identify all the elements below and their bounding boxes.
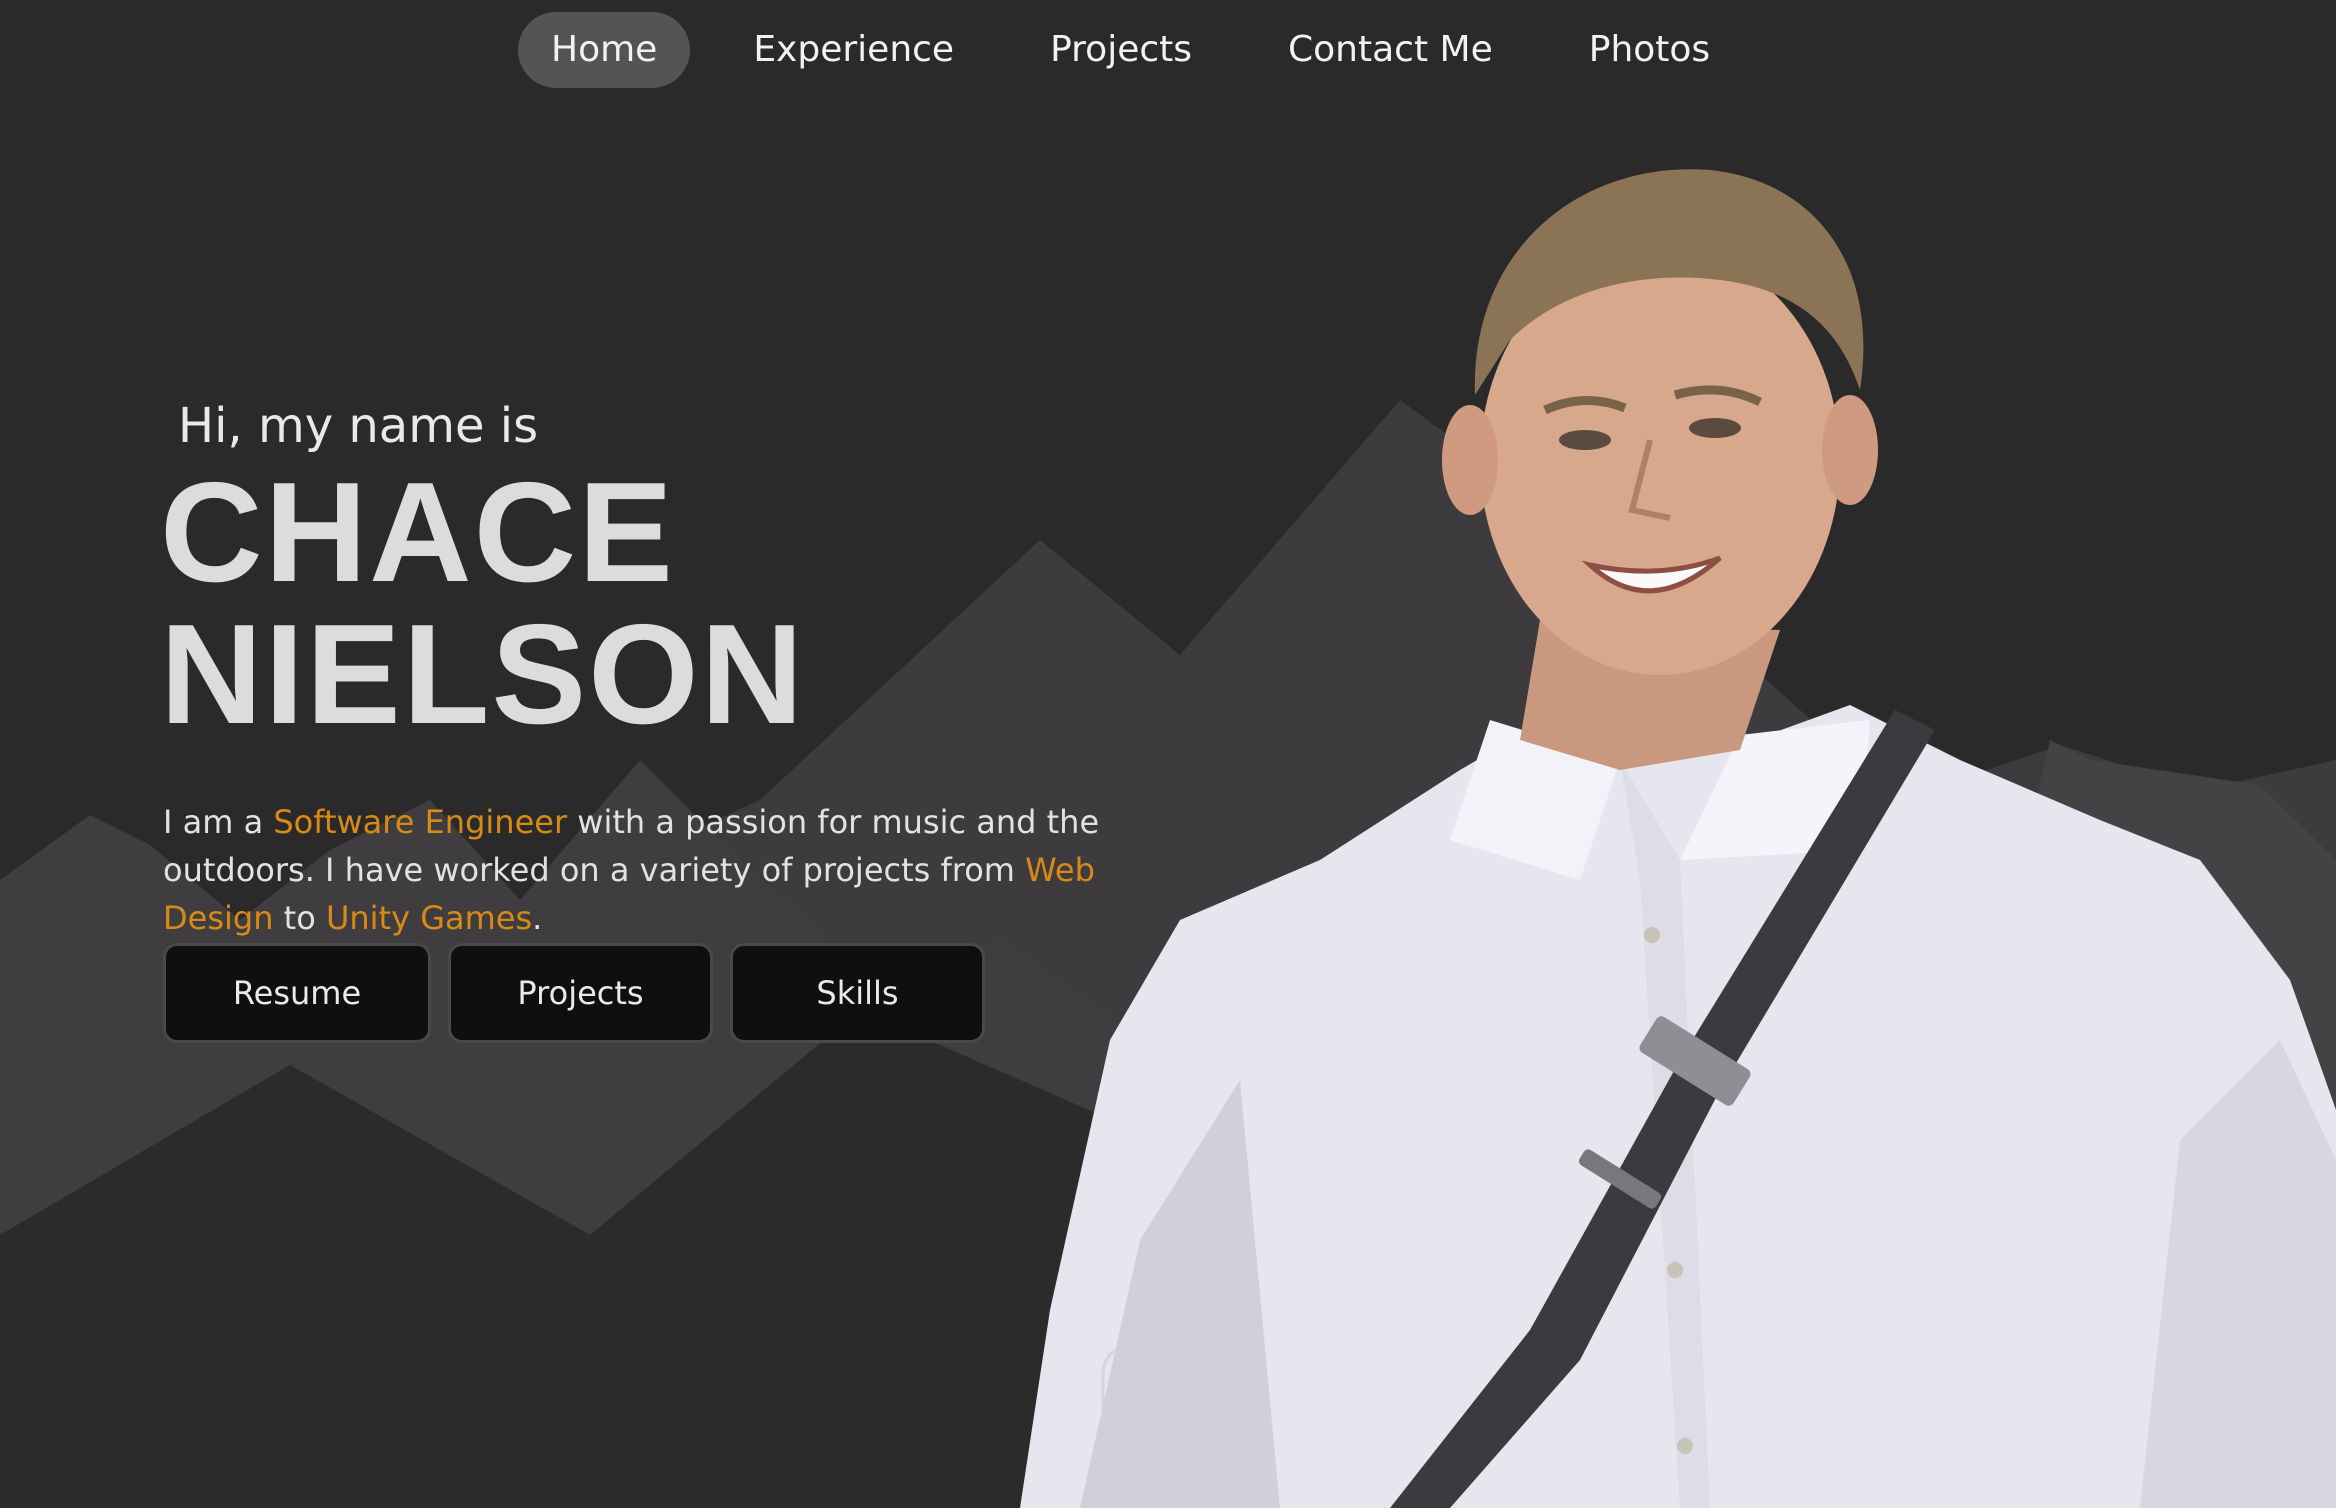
bio-text-4: . [532,899,543,937]
page: Home Experience Projects Contact Me Phot… [0,0,2336,1508]
mouse-scroll-icon[interactable] [1101,1342,1173,1450]
nav-contact-me[interactable]: Contact Me [1255,12,1526,88]
bio-text-1: I am a [163,803,274,841]
bio-text-3: to [273,899,326,937]
resume-button[interactable]: Resume [163,943,431,1043]
nav-photos[interactable]: Photos [1556,12,1743,88]
bio-paragraph: I am a Software Engineer with a passion … [163,798,1123,942]
eye-right [1689,418,1741,438]
profile-photo [1020,169,2336,1508]
eye-left [1559,430,1611,450]
ear-left [1442,405,1498,515]
shirt-button-2 [1667,1262,1683,1278]
nav-experience[interactable]: Experience [720,12,987,88]
nav-home[interactable]: Home [518,12,691,88]
nav-projects[interactable]: Projects [1017,12,1225,88]
skills-button[interactable]: Skills [730,943,985,1043]
shirt-button-3 [1677,1438,1693,1454]
shirt-button-1 [1644,927,1660,943]
top-nav: Home Experience Projects Contact Me Phot… [518,12,1773,88]
last-name: NIELSON [160,595,806,754]
hero-buttons: Resume Projects Skills [163,943,1002,1043]
bio-highlight-software-engineer: Software Engineer [273,803,568,841]
intro-text: Hi, my name is [178,398,539,454]
hero-name: CHACE NIELSON [160,462,805,746]
ear-right [1822,395,1878,505]
projects-button[interactable]: Projects [448,943,713,1043]
bio-highlight-unity-games: Unity Games [325,899,533,937]
first-name: CHACE [160,453,675,612]
